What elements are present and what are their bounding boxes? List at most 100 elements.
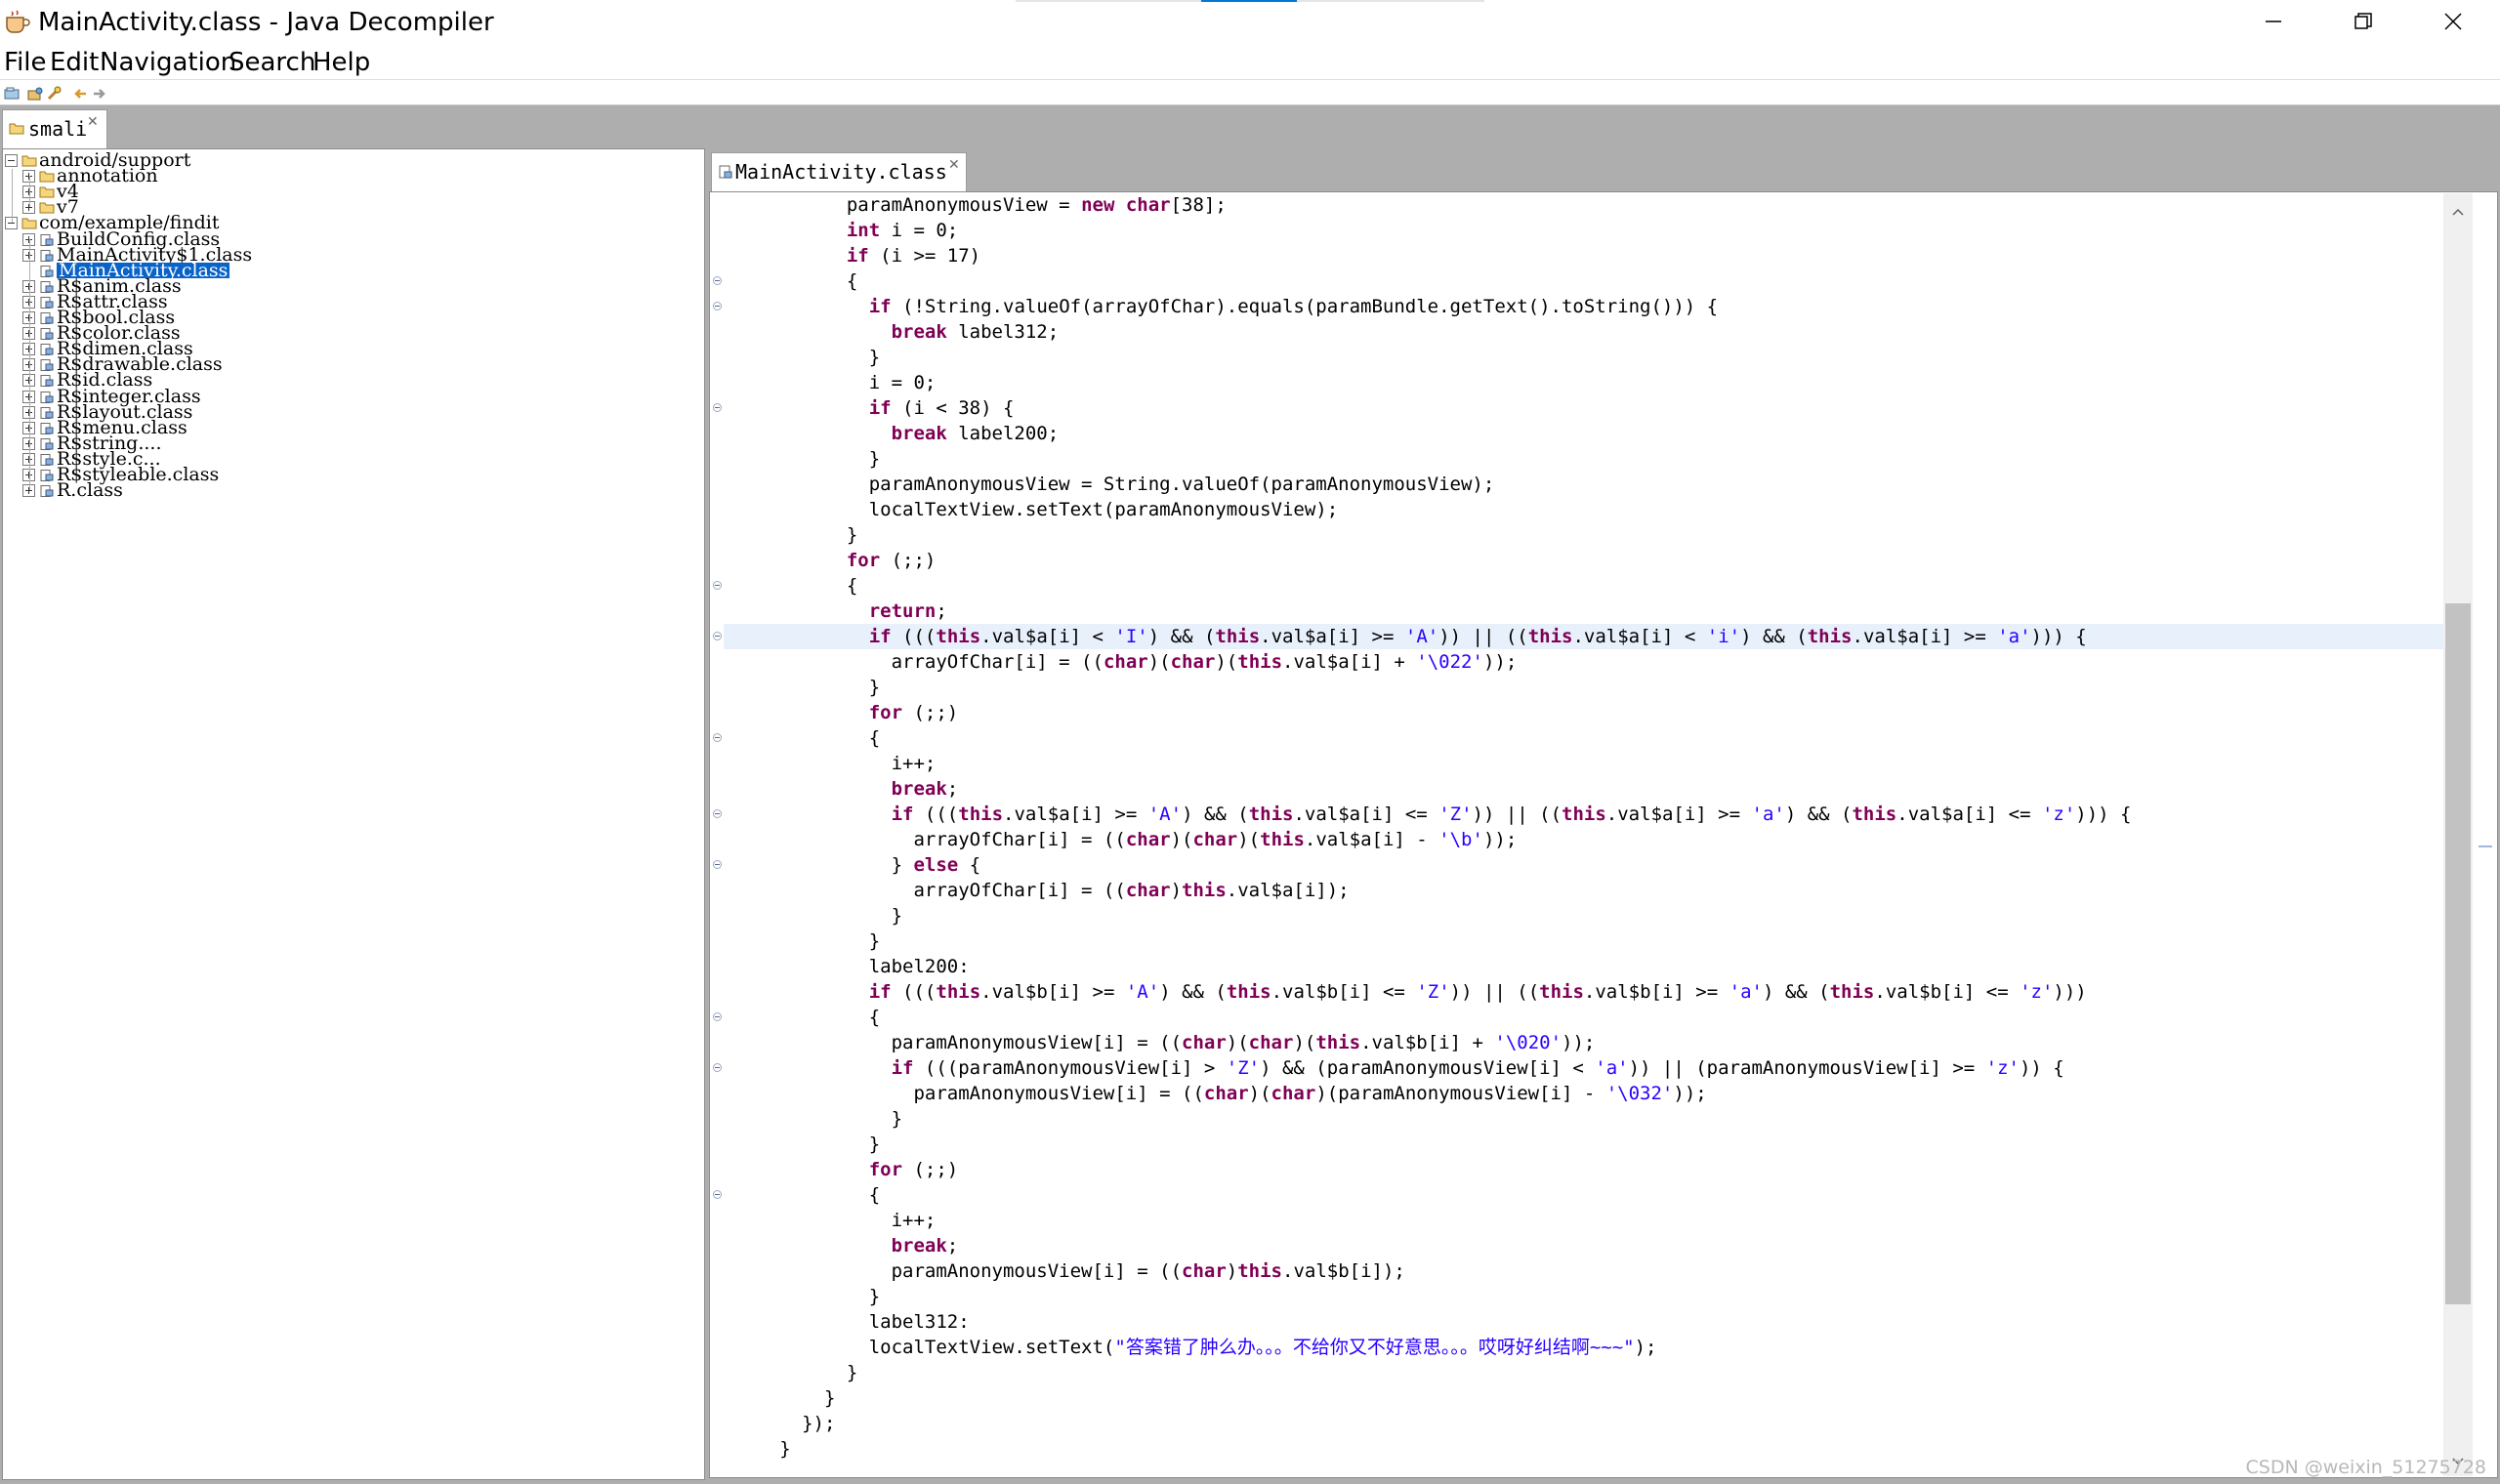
code-line[interactable]: if (((this.val$a[i] >= 'A') && (this.val… [724, 802, 2470, 827]
code-text: (;;) [902, 702, 959, 723]
code-line[interactable]: } [724, 675, 2470, 700]
code-text: { [868, 1184, 881, 1206]
code-line[interactable]: i = 0; [724, 370, 2470, 395]
code-line[interactable]: { [724, 1182, 2470, 1208]
code-keyword: if [868, 981, 892, 1003]
code-line[interactable]: for (;;) [724, 548, 2470, 573]
menu-file[interactable]: File [4, 47, 47, 78]
code-line[interactable]: paramAnonymousView[i] = ((char)this.val$… [724, 1258, 2470, 1284]
code-line[interactable]: break label200; [724, 421, 2470, 446]
code-line[interactable]: if (!String.valueOf(arrayOfChar).equals(… [724, 294, 2470, 319]
minimize-button[interactable] [2229, 0, 2318, 43]
close-button[interactable] [2408, 0, 2498, 43]
class-file-icon [40, 375, 54, 388]
tab-close-icon[interactable]: ✕ [87, 114, 99, 130]
menu-edit[interactable]: Edit [50, 47, 99, 78]
restore-button[interactable] [2318, 0, 2408, 43]
vertical-scrollbar[interactable] [2443, 193, 2473, 1476]
code-line[interactable]: if (i < 38) { [724, 395, 2470, 421]
code-line[interactable]: } [724, 903, 2470, 928]
back-arrow-icon[interactable] [72, 86, 88, 102]
code-string: 'Z' [1416, 981, 1450, 1003]
code-line[interactable]: paramAnonymousView = new char[38]; [724, 192, 2470, 218]
code-text: } [868, 930, 881, 952]
code-line[interactable]: arrayOfChar[i] = ((char)(char)(this.val$… [724, 649, 2470, 675]
scrollbar-thumb[interactable] [2445, 603, 2471, 1304]
code-text: .val$a[i] >= [1605, 804, 1752, 825]
code-keyword: return [868, 600, 937, 622]
fold-toggle-icon[interactable] [713, 733, 722, 742]
code-line[interactable]: } [724, 1436, 2470, 1462]
code-line[interactable]: break label312; [724, 319, 2470, 345]
code-line[interactable]: } [724, 1106, 2470, 1132]
code-text: arrayOfChar[i] = (( [913, 829, 1126, 850]
forward-arrow-icon[interactable] [92, 86, 107, 102]
code-line[interactable]: localTextView.setText("答案错了肿么办。。。不给你又不好意… [724, 1335, 2470, 1360]
code-line[interactable]: } [724, 1360, 2470, 1385]
tab-close-icon[interactable]: ✕ [948, 157, 960, 173]
code-line[interactable]: i++; [724, 751, 2470, 776]
tab-mainactivity-class[interactable]: MainActivity.class ✕ [711, 152, 967, 191]
collapse-icon[interactable] [5, 154, 18, 167]
fold-toggle-icon[interactable] [713, 809, 722, 818]
code-line[interactable]: }); [724, 1411, 2470, 1436]
code-line[interactable]: if (((this.val$b[i] >= 'A') && (this.val… [724, 979, 2470, 1005]
class-file-icon [40, 391, 54, 403]
code-line[interactable]: if (((this.val$a[i] < 'I') && (this.val$… [724, 624, 2470, 649]
code-text: paramAnonymousView = [846, 194, 1082, 216]
code-line[interactable]: label200: [724, 954, 2470, 979]
scroll-up-button[interactable] [2443, 199, 2473, 225]
code-text: )( [1237, 829, 1261, 850]
fold-toggle-icon[interactable] [713, 276, 722, 285]
code-line[interactable]: } [724, 345, 2470, 370]
code-keyword: char [1182, 1260, 1227, 1282]
code-line[interactable]: arrayOfChar[i] = ((char)(char)(this.val$… [724, 827, 2470, 852]
search-icon[interactable] [47, 86, 62, 102]
fold-toggle-icon[interactable] [713, 581, 722, 590]
code-line[interactable]: { [724, 573, 2470, 598]
code-line[interactable]: } [724, 522, 2470, 548]
code-line[interactable]: paramAnonymousView = String.valueOf(para… [724, 472, 2470, 497]
code-line[interactable]: label312: [724, 1309, 2470, 1335]
code-line[interactable]: return; [724, 598, 2470, 624]
code-line[interactable]: for (;;) [724, 1157, 2470, 1182]
code-line[interactable]: } [724, 446, 2470, 472]
fold-toggle-icon[interactable] [713, 1063, 722, 1072]
menu-search[interactable]: Search [229, 47, 315, 78]
code-line[interactable]: } [724, 1132, 2470, 1157]
code-line[interactable]: break; [724, 1233, 2470, 1258]
code-string: 'Z' [1438, 804, 1473, 825]
code-line[interactable]: int i = 0; [724, 218, 2470, 243]
code-line[interactable]: localTextView.setText(paramAnonymousView… [724, 497, 2470, 522]
fold-toggle-icon[interactable] [713, 1190, 722, 1199]
code-line[interactable]: } [724, 928, 2470, 954]
fold-toggle-icon[interactable] [713, 632, 722, 640]
code-line[interactable]: paramAnonymousView[i] = ((char)(char)(th… [724, 1030, 2470, 1055]
code-line[interactable]: arrayOfChar[i] = ((char)this.val$a[i]); [724, 878, 2470, 903]
code-line[interactable]: break; [724, 776, 2470, 802]
code-line[interactable]: if (((paramAnonymousView[i] > 'Z') && (p… [724, 1055, 2470, 1081]
code-line[interactable]: } else { [724, 852, 2470, 878]
fold-toggle-icon[interactable] [713, 302, 722, 310]
fold-toggle-icon[interactable] [713, 403, 722, 412]
code-line[interactable]: paramAnonymousView[i] = ((char)(char)(pa… [724, 1081, 2470, 1106]
code-line[interactable]: } [724, 1284, 2470, 1309]
code-area[interactable]: paramAnonymousView = new char[38]; int i… [724, 192, 2470, 1477]
code-text: } [868, 677, 881, 698]
fold-toggle-icon[interactable] [713, 1012, 722, 1021]
code-line[interactable]: { [724, 1005, 2470, 1030]
tab-smali[interactable]: smali ✕ [2, 109, 107, 148]
menu-help[interactable]: Help [312, 47, 370, 78]
menu-navigation[interactable]: Navigation [100, 47, 236, 78]
code-line[interactable]: { [724, 268, 2470, 294]
code-editor[interactable]: paramAnonymousView = new char[38]; int i… [709, 191, 2498, 1478]
code-line[interactable]: } [724, 1385, 2470, 1411]
code-line[interactable]: i++; [724, 1208, 2470, 1233]
code-line[interactable]: { [724, 725, 2470, 751]
code-text: )) { [2019, 1057, 2064, 1079]
open-type-icon[interactable] [27, 86, 43, 102]
fold-toggle-icon[interactable] [713, 860, 722, 869]
code-line[interactable]: for (;;) [724, 700, 2470, 725]
code-line[interactable]: if (i >= 17) [724, 243, 2470, 268]
open-file-icon[interactable] [4, 86, 20, 102]
